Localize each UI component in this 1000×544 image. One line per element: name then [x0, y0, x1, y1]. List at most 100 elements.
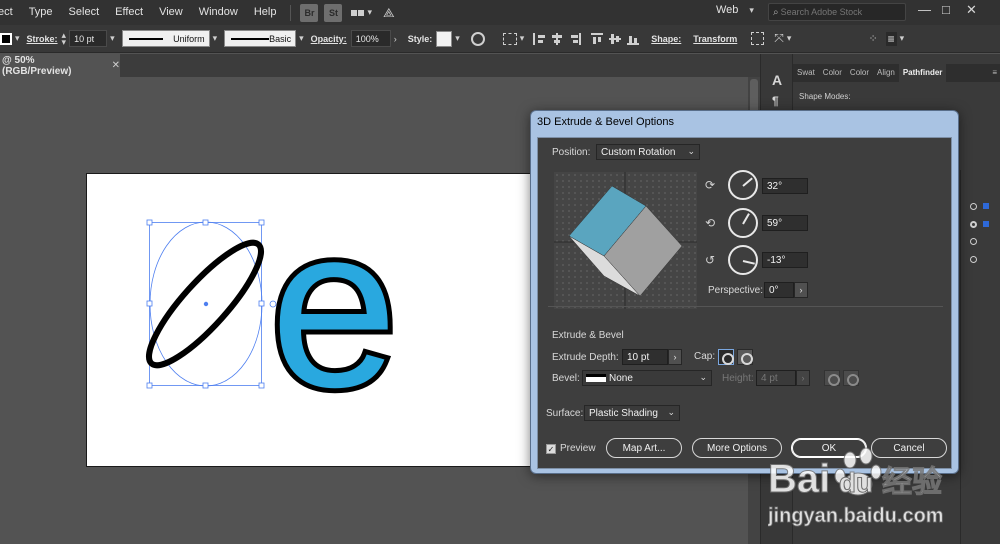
stroke-stepper-icon[interactable]: ▴ ▾ — [62, 30, 67, 46]
search-icon: ⌕ — [773, 6, 779, 18]
align-right-icon[interactable] — [569, 32, 582, 45]
cap-off-icon[interactable] — [737, 349, 753, 365]
fill-swatch-icon[interactable] — [0, 32, 12, 45]
menu-select[interactable]: Select — [61, 0, 108, 25]
align-to-icon[interactable] — [502, 32, 517, 45]
letter-e-artwork: e e — [265, 173, 403, 440]
opacity-field[interactable]: 100% — [350, 30, 391, 47]
tab-align[interactable]: Align — [873, 64, 899, 82]
bevel-label: Bevel: — [552, 373, 580, 384]
extrude-depth-field[interactable]: 10 pt — [622, 349, 668, 365]
minimize-icon[interactable]: — — [918, 2, 931, 17]
character-panel-icon[interactable]: A — [772, 72, 782, 88]
arrange-documents-icon[interactable] — [351, 9, 365, 16]
opacity-label[interactable]: Opacity: — [311, 34, 347, 44]
paragraph-panel-icon[interactable]: ¶ — [772, 94, 779, 108]
cap-on-icon[interactable] — [718, 349, 734, 365]
align-left-icon[interactable] — [533, 32, 546, 45]
y-rotation-field[interactable]: 59° — [762, 215, 808, 231]
tab-pathfinder[interactable]: Pathfinder — [898, 64, 947, 82]
stock-search[interactable]: ⌕ — [768, 3, 906, 21]
workspace-switcher[interactable]: Web ▾ — [716, 4, 757, 16]
chevron-down-icon[interactable]: ▾ — [787, 33, 792, 44]
shape-label[interactable]: Shape: — [651, 34, 681, 44]
height-field: 4 pt — [756, 370, 796, 386]
document-tab[interactable]: @ 50% (RGB/Preview) ✕ — [0, 54, 120, 77]
search-input[interactable] — [780, 7, 899, 17]
chevron-down-icon[interactable]: ▾ — [520, 33, 525, 44]
document-title: @ 50% (RGB/Preview) — [2, 54, 72, 77]
position-value: Custom Rotation — [601, 146, 676, 158]
stroke-label[interactable]: Stroke: — [27, 34, 58, 44]
puppet-warp-icon[interactable]: ⤧ — [774, 31, 784, 46]
x-rotation-field[interactable]: 32° — [762, 178, 808, 194]
chevron-down-icon[interactable]: ▾ — [900, 33, 905, 44]
panel-menu-icon[interactable]: ≡ — [988, 64, 1000, 82]
close-icon[interactable]: ✕ — [966, 2, 977, 18]
bevel-dropdown[interactable]: None ⌄ — [582, 370, 712, 386]
chevron-down-icon[interactable]: ▾ — [15, 33, 20, 44]
variable-width-profile[interactable]: Uniform — [121, 30, 210, 47]
chevron-right-icon[interactable]: › — [394, 34, 397, 44]
align-top-icon[interactable] — [591, 32, 604, 45]
map-art-button[interactable]: Map Art... — [606, 438, 682, 458]
y-rotation-dial[interactable] — [728, 208, 758, 238]
z-rotation-dial[interactable] — [728, 245, 758, 275]
perspective-field[interactable]: 0° — [764, 282, 794, 298]
align-center-icon[interactable] — [551, 32, 564, 45]
stroke-weight-field[interactable]: 10 pt — [69, 30, 108, 47]
preview-cube-svg[interactable] — [554, 172, 697, 309]
recolor-artwork-icon[interactable] — [470, 31, 485, 46]
extrude-depth-slider-button[interactable]: › — [668, 349, 682, 365]
profile-label: Uniform — [173, 33, 205, 44]
layer-target-icon[interactable] — [970, 203, 977, 210]
bridge-icon[interactable]: Br — [300, 3, 319, 22]
style-swatch[interactable] — [436, 30, 453, 47]
layer-target-icon[interactable] — [970, 221, 977, 228]
stock-icon[interactable]: St — [324, 3, 343, 22]
layer-target-icon[interactable] — [970, 256, 977, 263]
layer-selection-icon[interactable] — [983, 221, 989, 227]
arrange-panels-icon[interactable]: ⁘ — [868, 32, 877, 45]
x-rotation-dial[interactable] — [728, 170, 758, 200]
chevron-down-icon[interactable]: ▾ — [110, 33, 115, 44]
z-rotation-field[interactable]: -13° — [762, 252, 808, 268]
menu-window[interactable]: Window — [191, 0, 246, 25]
bevel-swatch-icon — [586, 374, 606, 382]
perspective-slider-button[interactable]: › — [794, 282, 808, 298]
watermark-url: jingyan.baidu.com — [768, 505, 944, 527]
gpu-performance-icon[interactable]: ⟁ — [383, 5, 395, 21]
menu-type[interactable]: Type — [21, 0, 61, 25]
align-middle-icon[interactable] — [609, 32, 622, 45]
menu-object[interactable]: ect — [0, 0, 21, 25]
3d-extrude-bevel-dialog: 3D Extrude & Bevel Options Position: Cus… — [530, 110, 959, 474]
chevron-down-icon[interactable]: ▾ — [213, 33, 218, 44]
restore-icon[interactable]: □ — [942, 2, 950, 17]
chevron-down-icon[interactable]: ▾ — [367, 7, 372, 18]
bevel-in-icon — [843, 370, 859, 386]
chevron-down-icon[interactable]: ▾ — [299, 33, 304, 44]
layer-selection-icon[interactable] — [983, 203, 989, 209]
tab-color[interactable]: Color — [819, 64, 846, 82]
menu-view[interactable]: View — [151, 0, 191, 25]
isolate-object-icon[interactable] — [751, 32, 765, 45]
tab-color-guide[interactable]: Color — [846, 64, 873, 82]
position-dropdown[interactable]: Custom Rotation ⌄ — [596, 144, 700, 160]
menu-help[interactable]: Help — [246, 0, 285, 25]
tab-swatches[interactable]: Swat — [793, 64, 819, 82]
panel-menu-icon[interactable]: ≡ — [885, 31, 897, 46]
rotation-preview-track-cube[interactable] — [554, 172, 697, 309]
preview-label[interactable]: Preview — [560, 443, 596, 454]
close-icon[interactable]: ✕ — [112, 60, 120, 71]
menu-effect[interactable]: Effect — [107, 0, 151, 25]
x-axis-rotate-icon: ⟳ — [705, 178, 716, 192]
surface-dropdown[interactable]: Plastic Shading ⌄ — [584, 405, 680, 421]
brush-definition[interactable]: Basic — [224, 30, 297, 47]
extrude-depth-label: Extrude Depth: — [552, 352, 619, 363]
align-bottom-icon[interactable] — [627, 32, 640, 45]
dialog-title: 3D Extrude & Bevel Options — [537, 116, 674, 128]
preview-checkbox[interactable]: ✓ — [546, 444, 556, 454]
layer-target-icon[interactable] — [970, 238, 977, 245]
chevron-down-icon[interactable]: ▾ — [455, 33, 460, 44]
transform-button[interactable]: Transform — [693, 34, 737, 44]
